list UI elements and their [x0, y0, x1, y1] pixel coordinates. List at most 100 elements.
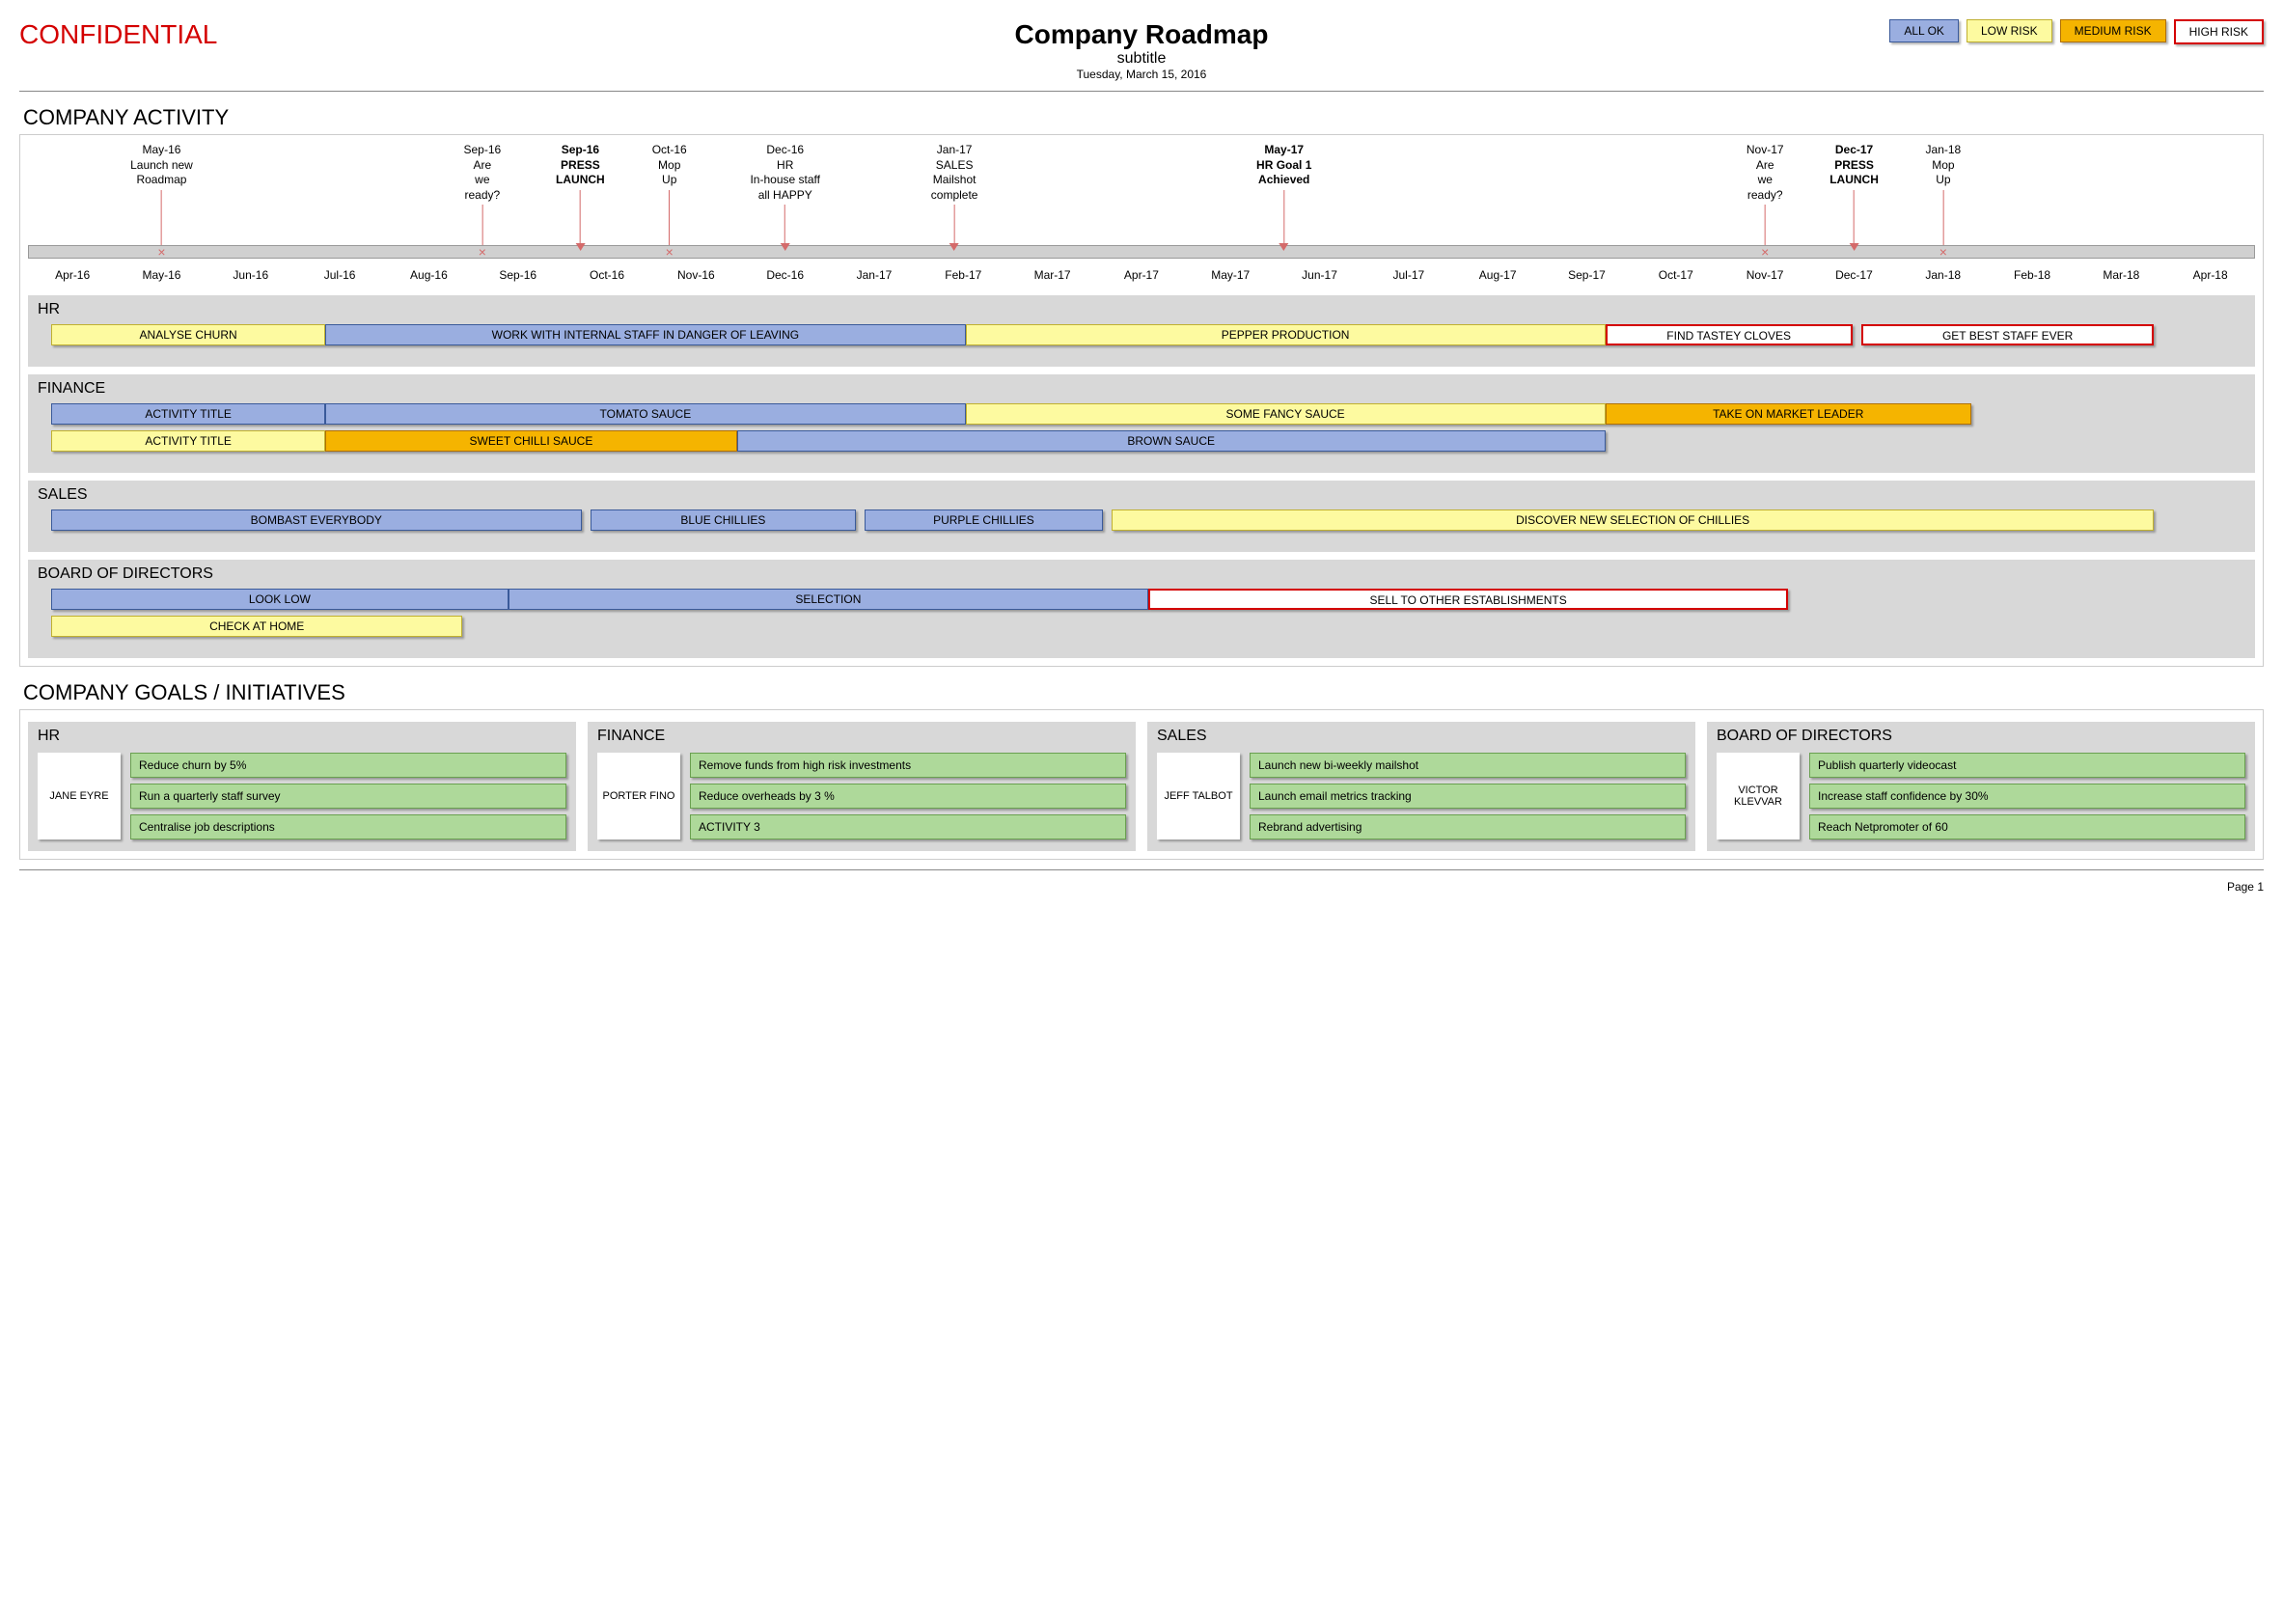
- activity-bar: ACTIVITY TITLE: [51, 430, 325, 452]
- month-label: Apr-16: [28, 268, 117, 282]
- goal-owner: JANE EYRE: [38, 753, 121, 840]
- month-label: Jan-17: [830, 268, 919, 282]
- activity-bar: BROWN SAUCE: [737, 430, 1606, 452]
- activity-row: CHECK AT HOME: [51, 616, 2245, 639]
- goal-item: Remove funds from high risk investments: [690, 753, 1126, 778]
- activity-bar: BOMBAST EVERYBODY: [51, 509, 582, 531]
- milestone: Sep-16PRESSLAUNCH: [556, 143, 605, 251]
- month-label: Oct-16: [563, 268, 651, 282]
- month-label: Jul-17: [1364, 268, 1453, 282]
- activity-bar: PURPLE CHILLIES: [865, 509, 1102, 531]
- month-label: Oct-17: [1632, 268, 1720, 282]
- milestone: Oct-16MopUp×: [652, 143, 687, 261]
- page-title: Company Roadmap: [767, 19, 1515, 50]
- page-subtitle: subtitle: [767, 50, 1515, 68]
- legend-medium-risk: MEDIUM RISK: [2060, 19, 2166, 42]
- legend-high-risk: HIGH RISK: [2174, 19, 2264, 44]
- goal-item: Increase staff confidence by 30%: [1809, 784, 2245, 809]
- goal-item: Run a quarterly staff survey: [130, 784, 566, 809]
- department-name: SALES: [38, 486, 2245, 504]
- goal-item: Centralise job descriptions: [130, 814, 566, 840]
- month-label: Feb-17: [919, 268, 1007, 282]
- month-label: Jan-18: [1899, 268, 1988, 282]
- month-label: Dec-17: [1809, 268, 1898, 282]
- activity-bar: GET BEST STAFF EVER: [1861, 324, 2154, 345]
- department-section: FINANCE ACTIVITY TITLETOMATO SAUCESOME FA…: [28, 374, 2255, 473]
- timeline: Apr-16May-16Jun-16Jul-16Aug-16Sep-16Oct-…: [28, 143, 2255, 288]
- activity-bar: ANALYSE CHURN: [51, 324, 325, 345]
- company-activity-panel: Apr-16May-16Jun-16Jul-16Aug-16Sep-16Oct-…: [19, 134, 2264, 667]
- month-label: Aug-17: [1453, 268, 1542, 282]
- month-label: Jun-17: [1275, 268, 1363, 282]
- goal-column: FINANCE PORTER FINO Remove funds from high…: [588, 722, 1136, 851]
- goal-owner: PORTER FINO: [597, 753, 680, 840]
- risk-legend: ALL OK LOW RISK MEDIUM RISK HIGH RISK: [1516, 19, 2264, 44]
- month-label: Jun-16: [206, 268, 295, 282]
- goal-item: Publish quarterly videocast: [1809, 753, 2245, 778]
- goal-item: Reduce churn by 5%: [130, 753, 566, 778]
- confidential-label: CONFIDENTIAL: [19, 19, 767, 50]
- company-goals-heading: COMPANY GOALS / INITIATIVES: [23, 680, 2264, 705]
- month-label: Mar-17: [1007, 268, 1096, 282]
- goal-department-name: HR: [38, 728, 566, 745]
- timeline-bar: [28, 245, 2255, 259]
- activity-row: LOOK LOWSELECTIONSELL TO OTHER ESTABLISH…: [51, 589, 2245, 612]
- activity-bar: SELECTION: [509, 589, 1148, 610]
- activity-bar: ACTIVITY TITLE: [51, 403, 325, 425]
- goal-owner: JEFF TALBOT: [1157, 753, 1240, 840]
- goal-item: Launch new bi-weekly mailshot: [1250, 753, 1686, 778]
- activity-bar: LOOK LOW: [51, 589, 509, 610]
- month-label: Jul-16: [295, 268, 384, 282]
- goal-column: SALES JEFF TALBOT Launch new bi-weekly mai…: [1147, 722, 1695, 851]
- activity-bar: DISCOVER NEW SELECTION OF CHILLIES: [1112, 509, 2154, 531]
- goal-department-name: SALES: [1157, 728, 1686, 745]
- goal-column: HR JANE EYRE Reduce churn by 5% Run a quart…: [28, 722, 576, 851]
- goal-item: Launch email metrics tracking: [1250, 784, 1686, 809]
- activity-row: ACTIVITY TITLETOMATO SAUCESOME FANCY SAU…: [51, 403, 2245, 427]
- activity-bar: SWEET CHILLI SAUCE: [325, 430, 736, 452]
- legend-low-risk: LOW RISK: [1967, 19, 2052, 42]
- department-section: BOARD OF DIRECTORS LOOK LOWSELECTIONSELL …: [28, 560, 2255, 658]
- activity-bar: TAKE ON MARKET LEADER: [1606, 403, 1971, 425]
- goal-owner: VICTOR KLEVVAR: [1717, 753, 1800, 840]
- month-label: Aug-16: [384, 268, 473, 282]
- company-activity-heading: COMPANY ACTIVITY: [23, 105, 2264, 130]
- goal-item: ACTIVITY 3: [690, 814, 1126, 840]
- month-label: Nov-17: [1720, 268, 1809, 282]
- month-label: Sep-17: [1542, 268, 1631, 282]
- department-name: FINANCE: [38, 380, 2245, 398]
- month-label: Apr-18: [2166, 268, 2255, 282]
- milestone: May-17HR Goal 1Achieved: [1256, 143, 1311, 251]
- milestone: Jan-18MopUp×: [1926, 143, 1962, 261]
- goal-item: Reach Netpromoter of 60: [1809, 814, 2245, 840]
- activity-bar: FIND TASTEY CLOVES: [1606, 324, 1853, 345]
- page-number: Page 1: [19, 880, 2264, 894]
- activity-bar: TOMATO SAUCE: [325, 403, 965, 425]
- timeline-months: Apr-16May-16Jun-16Jul-16Aug-16Sep-16Oct-…: [28, 268, 2255, 282]
- activity-row: ANALYSE CHURNWORK WITH INTERNAL STAFF IN…: [51, 324, 2245, 347]
- goal-item: Rebrand advertising: [1250, 814, 1686, 840]
- month-label: Feb-18: [1988, 268, 2077, 282]
- department-name: BOARD OF DIRECTORS: [38, 565, 2245, 583]
- goal-department-name: FINANCE: [597, 728, 1126, 745]
- month-label: Sep-16: [474, 268, 563, 282]
- goal-column: BOARD OF DIRECTORS VICTOR KLEVVAR Publish …: [1707, 722, 2255, 851]
- month-label: Dec-16: [741, 268, 830, 282]
- goal-item: Reduce overheads by 3 %: [690, 784, 1126, 809]
- company-goals-panel: HR JANE EYRE Reduce churn by 5% Run a quart…: [19, 709, 2264, 860]
- activity-bar: SELL TO OTHER ESTABLISHMENTS: [1148, 589, 1788, 610]
- milestone: Sep-16Areweready?×: [463, 143, 501, 261]
- department-name: HR: [38, 301, 2245, 318]
- page-date: Tuesday, March 15, 2016: [767, 68, 1515, 81]
- goal-department-name: BOARD OF DIRECTORS: [1717, 728, 2245, 745]
- activity-bar: BLUE CHILLIES: [591, 509, 856, 531]
- activity-row: ACTIVITY TITLESWEET CHILLI SAUCEBROWN SA…: [51, 430, 2245, 454]
- milestone: Dec-16HRIn-house staffall HAPPY: [750, 143, 820, 251]
- month-label: May-17: [1186, 268, 1275, 282]
- department-section: HR ANALYSE CHURNWORK WITH INTERNAL STAFF …: [28, 295, 2255, 367]
- activity-row: BOMBAST EVERYBODY BLUE CHILLIES PURPLE CHI…: [51, 509, 2245, 533]
- month-label: Apr-17: [1097, 268, 1186, 282]
- month-label: May-16: [117, 268, 206, 282]
- department-section: SALES BOMBAST EVERYBODY BLUE CHILLIES PURPL…: [28, 481, 2255, 552]
- activity-bar: SOME FANCY SAUCE: [966, 403, 1606, 425]
